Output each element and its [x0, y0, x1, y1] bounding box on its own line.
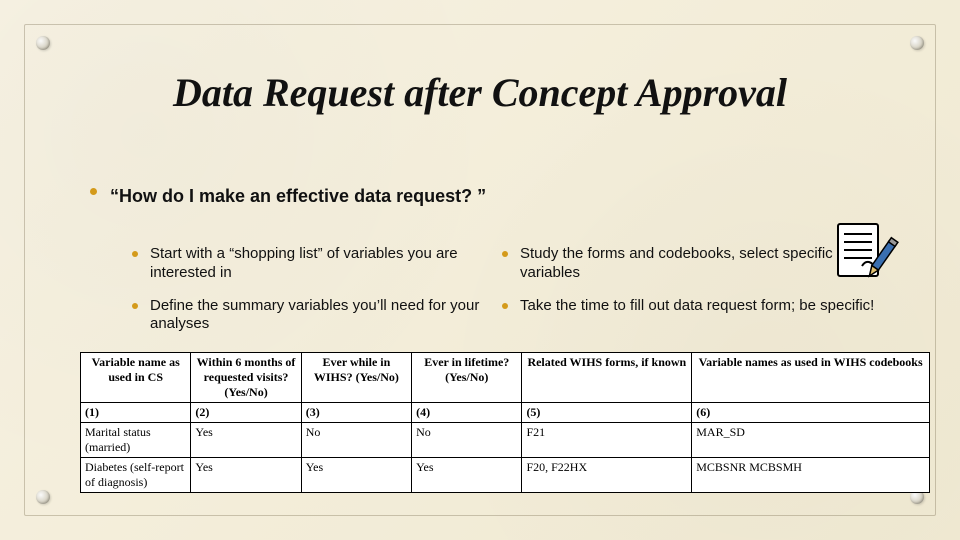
table-cell: Yes [191, 423, 301, 458]
table-header: Related WIHS forms, if known [522, 353, 692, 403]
table-cell: Marital status (married) [81, 423, 191, 458]
table-cell: Yes [412, 458, 522, 493]
bullet-item: Start with a “shopping list” of variable… [150, 245, 480, 283]
table-colnum: (5) [522, 403, 692, 423]
table-colnum: (1) [81, 403, 191, 423]
bullet-item: Define the summary variables you’ll need… [150, 297, 480, 335]
table-cell: Yes [301, 458, 411, 493]
table-cell: No [412, 423, 522, 458]
table-header: Ever in lifetime? (Yes/No) [412, 353, 522, 403]
table-cell: Yes [191, 458, 301, 493]
table-row: Diabetes (self-report of diagnosis) Yes … [81, 458, 930, 493]
table-cell: F20, F22HX [522, 458, 692, 493]
table-cell: MAR_SD [692, 423, 930, 458]
table-row: Marital status (married) Yes No No F21 M… [81, 423, 930, 458]
corner-dot [36, 36, 50, 50]
table-header-row: Variable name as used in CS Within 6 mon… [81, 353, 930, 403]
table-colnum: (4) [412, 403, 522, 423]
table-header: Variable name as used in CS [81, 353, 191, 403]
table-header: Variable names as used in WIHS codebooks [692, 353, 930, 403]
table-colnum-row: (1) (2) (3) (4) (5) (6) [81, 403, 930, 423]
bullet-dot [90, 188, 97, 195]
corner-dot [910, 36, 924, 50]
bullet-item: Take the time to fill out data request f… [520, 297, 890, 316]
corner-dot [36, 490, 50, 504]
table-colnum: (3) [301, 403, 411, 423]
table-cell: MCBSNR MCBSMH [692, 458, 930, 493]
table-header: Within 6 months of requested visits? (Ye… [191, 353, 301, 403]
table-header: Ever while in WIHS? (Yes/No) [301, 353, 411, 403]
bullet-column-left: Start with a “shopping list” of variable… [150, 245, 480, 348]
form-pen-icon [830, 218, 900, 288]
table-cell: No [301, 423, 411, 458]
table-cell: Diabetes (self-report of diagnosis) [81, 458, 191, 493]
slide-title: Data Request after Concept Approval [0, 70, 960, 116]
table-colnum: (2) [191, 403, 301, 423]
lead-question: “How do I make an effective data request… [110, 185, 510, 208]
table-cell: F21 [522, 423, 692, 458]
table-colnum: (6) [692, 403, 930, 423]
variable-table: Variable name as used in CS Within 6 mon… [80, 352, 930, 493]
